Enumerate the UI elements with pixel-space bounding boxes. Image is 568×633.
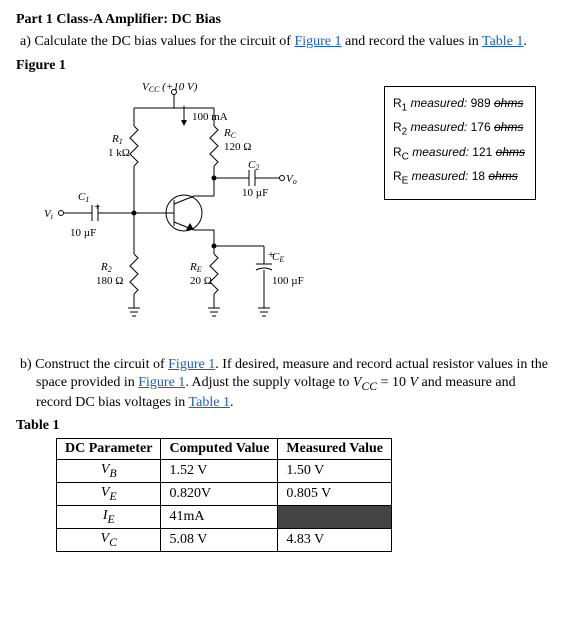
c2-label: C2	[248, 159, 259, 172]
ce-val: 100 µF	[272, 275, 304, 287]
ohms-unit: ohms	[496, 145, 525, 159]
link-figure-1-b2[interactable]: Figure 1	[138, 375, 185, 390]
table-row: IE 41mA	[57, 505, 392, 528]
link-figure-1-a[interactable]: Figure 1	[294, 34, 341, 49]
th-measured: Measured Value	[278, 439, 392, 460]
measured-r2: R2 measured: 176 ohms	[393, 117, 525, 141]
ohms-unit: ohms	[494, 96, 523, 110]
figure-wrap: R1 measured: 989 ohms R2 measured: 176 o…	[16, 78, 536, 348]
link-table-1-a[interactable]: Table 1	[482, 34, 523, 49]
cell-param: VC	[57, 528, 161, 551]
table-label: Table 1	[16, 418, 552, 434]
table-row: VB 1.52 V 1.50 V	[57, 460, 392, 483]
r2-val: 180 Ω	[96, 275, 123, 287]
th-param: DC Parameter	[57, 439, 161, 460]
cell-param: VB	[57, 460, 161, 483]
circuit-diagram: VCC (+10 V) 100 mA RC 120 Ω R1 1 kΩ C2 1…	[34, 78, 354, 338]
c2-val: 10 µF	[242, 187, 268, 199]
qa-suffix: .	[523, 34, 527, 49]
rc-label: RC	[223, 127, 237, 140]
cell-param: VE	[57, 483, 161, 506]
cell-measured-shaded	[278, 505, 392, 528]
cell-measured: 0.805 V	[278, 483, 392, 506]
measured-re: RE measured: 18 ohms	[393, 166, 525, 190]
cell-measured: 1.50 V	[278, 460, 392, 483]
ohms-unit: ohms	[494, 120, 523, 134]
r1-label: R1	[111, 133, 123, 146]
ohms-unit: ohms	[488, 169, 517, 183]
c1-label: C1	[78, 191, 89, 204]
qb-mid2: . Adjust the supply voltage to	[185, 375, 353, 390]
measured-r1-val: 989	[471, 96, 491, 110]
cell-param: IE	[57, 505, 161, 528]
table-row: VE 0.820V 0.805 V	[57, 483, 392, 506]
cell-computed: 5.08 V	[161, 528, 278, 551]
cell-computed: 1.52 V	[161, 460, 278, 483]
th-computed: Computed Value	[161, 439, 278, 460]
measured-rc: RC measured: 121 ohms	[393, 142, 525, 166]
vo-label: Vo	[286, 173, 297, 186]
measured-r1: R1 measured: 989 ohms	[393, 93, 525, 117]
measured-re-val: 18	[472, 169, 485, 183]
c1-val: 10 µF	[70, 227, 96, 239]
cell-computed: 0.820V	[161, 483, 278, 506]
link-table-1-b[interactable]: Table 1	[189, 395, 230, 410]
table-header-row: DC Parameter Computed Value Measured Val…	[57, 439, 392, 460]
qa-mid: and record the values in	[342, 34, 482, 49]
table-row: VC 5.08 V 4.83 V	[57, 528, 392, 551]
link-figure-1-b1[interactable]: Figure 1	[168, 357, 215, 372]
cell-measured: 4.83 V	[278, 528, 392, 551]
rc-val: 120 Ω	[224, 141, 251, 153]
measured-rc-val: 121	[472, 145, 492, 159]
vi-label: Vi	[44, 208, 53, 221]
ce-plus: +	[268, 249, 274, 261]
measured-r2-val: 176	[471, 120, 491, 134]
figure-label: Figure 1	[16, 58, 552, 74]
qb-vcc: VCC = 10 V	[353, 375, 418, 390]
qa-prefix: a) Calculate the DC bias values for the …	[20, 34, 294, 49]
question-a: a) Calculate the DC bias values for the …	[16, 34, 552, 50]
qb-prefix: b) Construct the circuit of	[20, 357, 168, 372]
cell-computed: 41mA	[161, 505, 278, 528]
c1-plus: +	[94, 201, 100, 213]
vcc-label: VCC (+10 V)	[142, 81, 198, 94]
measured-box: R1 measured: 989 ohms R2 measured: 176 o…	[384, 86, 536, 200]
table-1: DC Parameter Computed Value Measured Val…	[56, 438, 392, 551]
current-label: 100 mA	[192, 111, 228, 123]
r2-label: R2	[100, 261, 112, 274]
part-title: Part 1 Class-A Amplifier: DC Bias	[16, 12, 552, 28]
re-val: 20 Ω	[190, 275, 212, 287]
qb-suffix: .	[230, 395, 234, 410]
re-label: RE	[189, 261, 202, 274]
question-b: b) Construct the circuit of Figure 1. If…	[16, 356, 552, 412]
r1-val: 1 kΩ	[108, 147, 130, 159]
